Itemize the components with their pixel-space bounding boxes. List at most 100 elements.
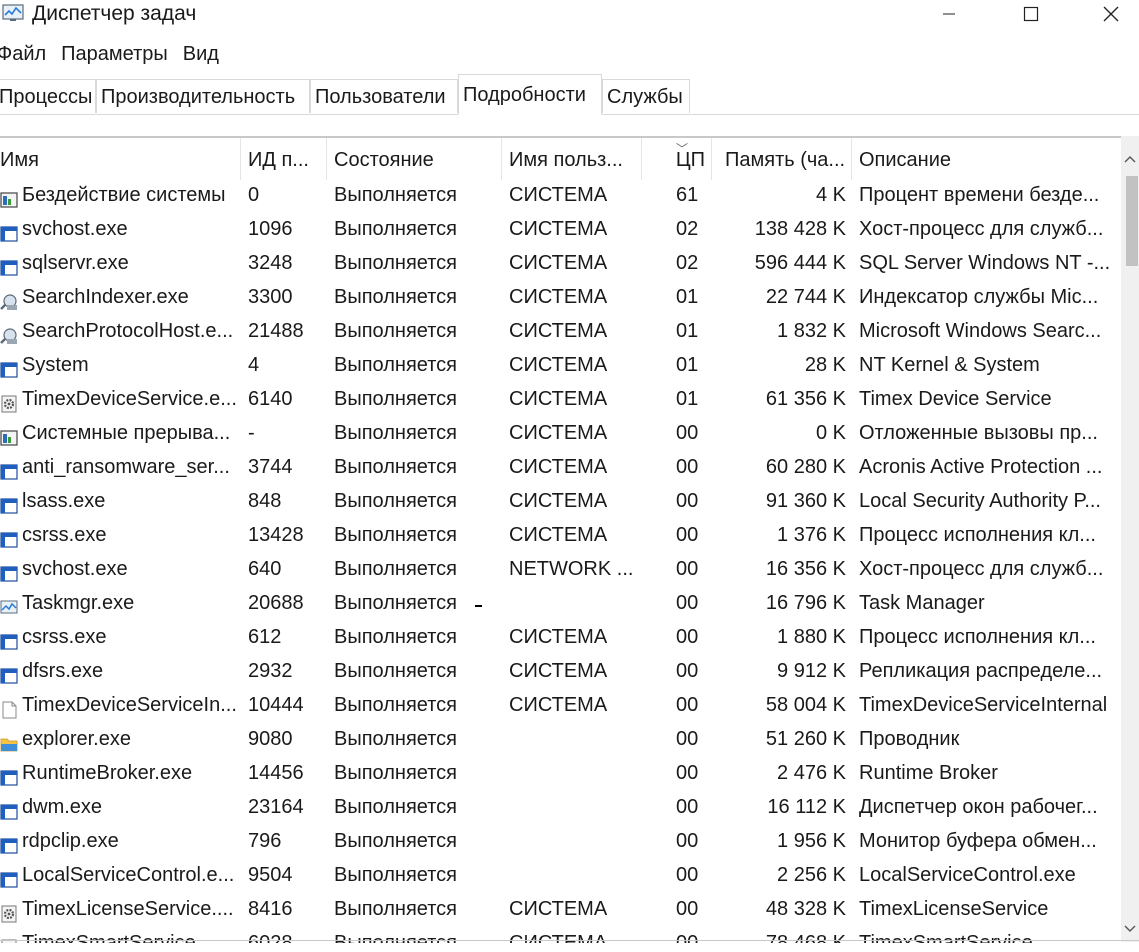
process-icon-cell — [0, 586, 22, 620]
vertical-scrollbar[interactable] — [1121, 136, 1139, 942]
table-row[interactable]: Бездействие системы 0 Выполняется СИСТЕМА 61… — [0, 178, 1120, 212]
table-row[interactable]: lsass.exe 848 Выполняется СИСТЕМА 00 91 360 K… — [0, 484, 1120, 518]
process-name-cell: TimexDeviceServiceIn... — [22, 694, 237, 716]
memory-cell: 91 360 K — [765, 490, 846, 512]
cpu-cell: 00 — [676, 660, 699, 682]
user-cell — [509, 756, 639, 790]
maximize-button[interactable] — [1008, 0, 1054, 28]
table-row[interactable]: rdpclip.exe 796 Выполняется 00 1 956 K Монито… — [0, 824, 1120, 858]
app-window-icon — [0, 526, 18, 548]
description-cell: SQL Server Windows NT -... — [859, 252, 1111, 274]
column-header-description[interactable]: Описание — [852, 138, 1120, 180]
scroll-thumb[interactable] — [1126, 176, 1138, 266]
memory-cell: 1 880 K — [777, 626, 846, 648]
cpu-cell: 00 — [676, 490, 699, 512]
table-row[interactable]: csrss.exe 13428 Выполняется СИСТЕМА 00 1 376 … — [0, 518, 1120, 552]
column-header-state[interactable]: Состояние — [327, 138, 502, 180]
menu-view[interactable]: Вид — [183, 40, 219, 68]
tab-processes[interactable]: Процессы — [0, 79, 96, 113]
sort-descending-icon: ﹀ — [676, 142, 689, 156]
table-row[interactable]: Taskmgr.exe 20688 Выполняется 00 16 796 K Tas… — [0, 586, 1120, 620]
state-cell: Выполняется — [334, 422, 457, 444]
table-row[interactable]: TimexLicenseService.... 8416 Выполняется СИ… — [0, 892, 1120, 926]
process-name-cell: Бездействие системы — [22, 184, 226, 206]
memory-cell: 61 356 K — [765, 388, 846, 410]
state-cell: Выполняется — [334, 830, 457, 852]
state-cell: Выполняется — [334, 286, 457, 308]
table-row[interactable]: dfsrs.exe 2932 Выполняется СИСТЕМА 00 9 912 K… — [0, 654, 1120, 688]
menu-bar: Файл Параметры Вид — [0, 40, 219, 68]
menu-file[interactable]: Файл — [0, 40, 46, 68]
table-row[interactable]: dwm.exe 23164 Выполняется 00 16 112 K Диспетч… — [0, 790, 1120, 824]
close-button[interactable] — [1088, 0, 1134, 28]
tab-details[interactable]: Подробности — [458, 74, 602, 115]
table-row[interactable]: svchost.exe 1096 Выполняется СИСТЕМА 02 138 4… — [0, 212, 1120, 246]
folder-icon — [0, 730, 18, 752]
memory-cell: 16 796 K — [765, 592, 846, 614]
app-window-icon — [0, 628, 18, 650]
column-header-pid[interactable]: ИД п... — [241, 138, 327, 180]
pid-cell: 3744 — [248, 456, 293, 478]
tab-users[interactable]: Пользователи — [310, 79, 458, 113]
tab-strip: Процессы Производительность Пользователи… — [0, 74, 1139, 115]
column-header-name[interactable]: Имя — [0, 138, 241, 180]
state-cell: Выполняется — [334, 320, 457, 342]
process-icon-cell — [0, 824, 22, 858]
process-icon-cell — [0, 790, 22, 824]
pid-cell: 0 — [248, 184, 260, 206]
minimize-button[interactable] — [926, 0, 972, 28]
cpu-cell: 00 — [676, 728, 699, 750]
memory-cell: 2 256 K — [777, 864, 846, 886]
pid-cell: 9080 — [248, 728, 293, 750]
process-name-cell: SearchIndexer.exe — [22, 286, 189, 308]
column-header-user[interactable]: Имя польз... — [502, 138, 642, 180]
description-cell: Монитор буфера обмен... — [859, 830, 1097, 852]
memory-cell: 1 956 K — [777, 830, 846, 852]
table-row[interactable]: LocalServiceControl.e... 9504 Выполняется 0… — [0, 858, 1120, 892]
memory-cell: 58 004 K — [765, 694, 846, 716]
description-cell: Timex Device Service — [859, 388, 1052, 410]
table-row[interactable]: RuntimeBroker.exe 14456 Выполняется 00 2 476… — [0, 756, 1120, 790]
task-manager-window: Диспетчер задач Файл Параметры Вид Проце… — [0, 0, 1139, 952]
process-icon-cell — [0, 178, 22, 212]
cpu-cell: 02 — [676, 218, 699, 240]
user-cell: СИСТЕМА — [509, 490, 608, 512]
process-name-cell: rdpclip.exe — [22, 830, 119, 852]
table-header: Имя ИД п... Состояние Имя польз... ЦП Па… — [0, 138, 1120, 180]
app-window-icon — [0, 560, 18, 582]
cpu-cell: 00 — [676, 422, 699, 444]
table-row[interactable]: explorer.exe 9080 Выполняется 00 51 260 K Про… — [0, 722, 1120, 756]
table-row[interactable]: csrss.exe 612 Выполняется СИСТЕМА 00 1 880 K П… — [0, 620, 1120, 654]
table-row[interactable]: System 4 Выполняется СИСТЕМА 01 28 K NT Kernel… — [0, 348, 1120, 382]
app-window-icon — [0, 798, 18, 820]
scroll-down-button[interactable] — [1121, 920, 1139, 938]
menu-options[interactable]: Параметры — [61, 40, 168, 68]
table-row[interactable]: TimexDeviceServiceIn... 10444 Выполняется С… — [0, 688, 1120, 722]
minimize-icon — [943, 13, 955, 15]
table-row[interactable]: sqlservr.exe 3248 Выполняется СИСТЕМА 02 596 … — [0, 246, 1120, 280]
pid-cell: 4 — [248, 354, 260, 376]
table-row[interactable]: SearchIndexer.exe 3300 Выполняется СИСТЕМА 0… — [0, 280, 1120, 314]
process-icon-cell — [0, 314, 22, 348]
table-row[interactable]: SearchProtocolHost.e... 21488 Выполняется С… — [0, 314, 1120, 348]
process-name-cell: SearchProtocolHost.e... — [22, 320, 234, 342]
tab-performance[interactable]: Производительность — [96, 79, 310, 113]
table-row[interactable]: svchost.exe 640 Выполняется NETWORK ... 00 16… — [0, 552, 1120, 586]
process-name-cell: LocalServiceControl.e... — [22, 864, 235, 886]
table-row[interactable]: Системные прерыва... - Выполняется СИСТЕМА 0… — [0, 416, 1120, 450]
pid-cell: 6140 — [248, 388, 293, 410]
state-cell: Выполняется — [334, 524, 457, 546]
process-icon-cell — [0, 450, 22, 484]
description-cell: Процент времени безде... — [859, 184, 1100, 206]
description-cell: Microsoft Windows Searc... — [859, 320, 1102, 342]
process-icon-cell — [0, 280, 22, 314]
user-cell: СИСТЕМА — [509, 388, 608, 410]
scroll-up-button[interactable] — [1121, 150, 1139, 168]
memory-cell: 16 112 K — [767, 796, 846, 818]
user-cell: СИСТЕМА — [509, 898, 608, 920]
table-row[interactable]: anti_ransomware_ser... 3744 Выполняется СИС… — [0, 450, 1120, 484]
table-row[interactable]: TimexDeviceService.e... 6140 Выполняется СИ… — [0, 382, 1120, 416]
app-window-icon — [0, 866, 18, 888]
column-header-memory[interactable]: Память (ча... — [718, 138, 852, 180]
tab-services[interactable]: Службы — [602, 79, 690, 113]
